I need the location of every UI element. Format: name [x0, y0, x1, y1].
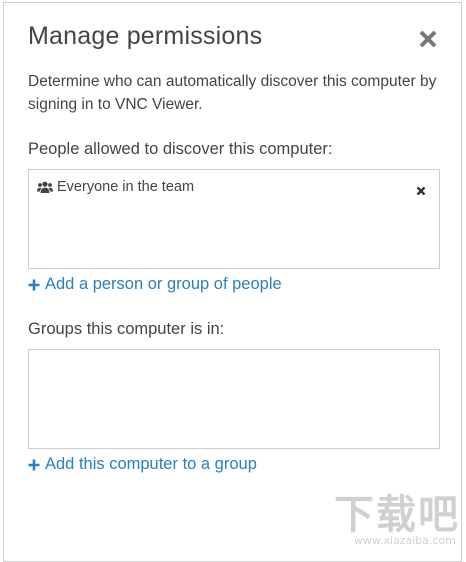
people-section-label: People allowed to discover this computer… [28, 140, 333, 159]
dialog-title: Manage permissions [28, 22, 262, 51]
remove-icon [416, 186, 426, 196]
close-button[interactable] [416, 27, 440, 51]
people-entry-everyone: Everyone in the team [37, 179, 194, 195]
add-to-group-label: Add this computer to a group [45, 455, 257, 474]
dialog-description: Determine who can automatically discover… [28, 70, 448, 116]
plus-icon [28, 279, 40, 291]
people-icon [37, 181, 53, 194]
add-person-link[interactable]: Add a person or group of people [28, 275, 282, 294]
add-person-label: Add a person or group of people [45, 275, 282, 294]
manage-permissions-dialog: Manage permissions Determine who can aut… [3, 2, 462, 562]
watermark-logo: 下载吧 [334, 495, 460, 535]
add-to-group-link[interactable]: Add this computer to a group [28, 455, 257, 474]
watermark: 下载吧 www.xiazaiba.com [334, 495, 460, 547]
groups-section-label: Groups this computer is in: [28, 320, 224, 339]
close-icon [416, 27, 440, 51]
groups-list-box [28, 349, 440, 449]
people-list-box: Everyone in the team [28, 169, 440, 269]
plus-icon [28, 459, 40, 471]
remove-entry-button[interactable] [416, 183, 426, 193]
people-entry-label: Everyone in the team [57, 179, 194, 195]
